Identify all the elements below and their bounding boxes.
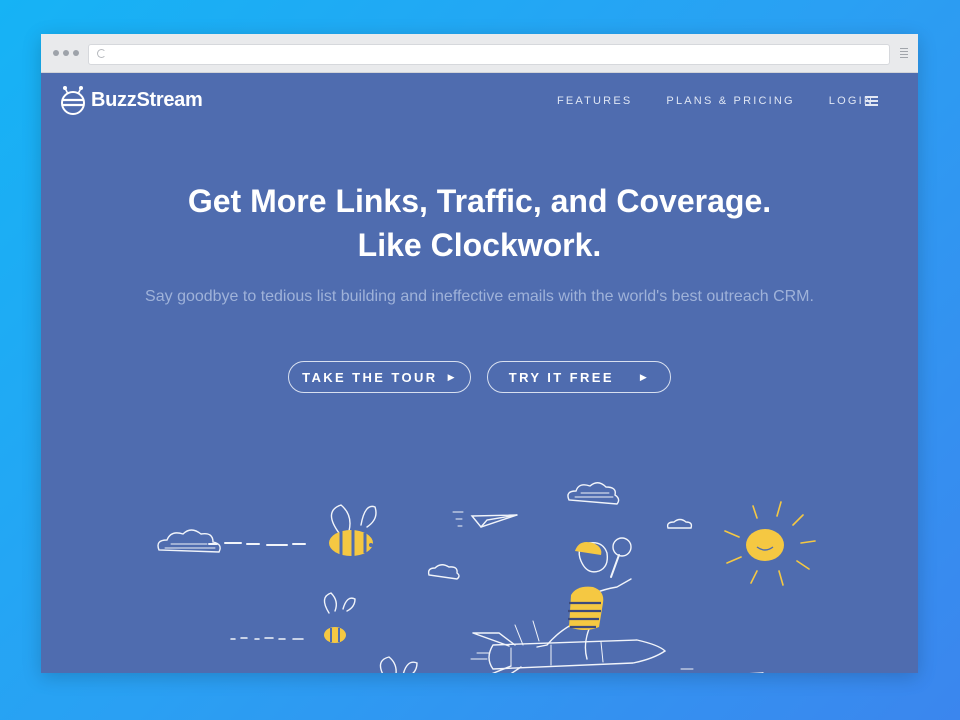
boy-hair xyxy=(575,542,602,555)
bee-icon xyxy=(329,530,373,556)
reload-icon[interactable] xyxy=(97,49,106,58)
cloud-icon xyxy=(567,482,620,505)
striped-shirt xyxy=(568,586,604,630)
rocket-icon xyxy=(470,620,667,673)
hero-illustration xyxy=(157,482,816,673)
browser-chrome xyxy=(41,34,918,73)
paper-plane-icon xyxy=(680,668,764,673)
cloud-icon xyxy=(666,518,693,529)
address-bar[interactable] xyxy=(88,44,890,65)
landing-page: BuzzStream FEATURES PLANS & PRICING LOGI… xyxy=(41,73,918,673)
sun-icon xyxy=(724,501,816,586)
cloud-icon xyxy=(427,564,460,580)
nav-features[interactable]: FEATURES xyxy=(557,95,632,107)
hero-title-line1: Get More Links, Traffic, and Coverage. xyxy=(187,183,772,219)
hero-title: Get More Links, Traffic, and Coverage. L… xyxy=(41,179,918,267)
window-controls[interactable] xyxy=(53,50,79,56)
window-dot[interactable] xyxy=(63,50,69,56)
boy-character xyxy=(536,537,632,660)
browser-window: BuzzStream FEATURES PLANS & PRICING LOGI… xyxy=(41,34,918,673)
play-arrow-icon: ▶ xyxy=(639,371,650,382)
main-nav: FEATURES PLANS & PRICING LOGIN xyxy=(557,95,874,107)
cloud-icon xyxy=(157,529,221,553)
brand-logo[interactable]: BuzzStream xyxy=(59,85,203,115)
browser-menu-icon[interactable] xyxy=(900,48,908,60)
take-the-tour-label: TAKE THE TOUR xyxy=(302,369,438,385)
try-it-free-label: TRY IT FREE xyxy=(508,369,614,385)
hero-subtitle: Say goodbye to tedious list building and… xyxy=(145,288,814,305)
try-it-free-button[interactable]: TRY IT FREE ▶ xyxy=(487,361,671,393)
brand-name: BuzzStream xyxy=(91,88,203,111)
window-dot[interactable] xyxy=(73,50,79,56)
paper-plane-icon xyxy=(452,511,518,528)
bee-icon xyxy=(324,627,346,643)
play-arrow-icon: ▶ xyxy=(447,371,457,382)
window-dot[interactable] xyxy=(53,50,59,56)
nav-plans-pricing[interactable]: PLANS & PRICING xyxy=(666,95,794,107)
take-the-tour-button[interactable]: TAKE THE TOUR ▶ xyxy=(288,361,471,393)
hero-title-line2: Like Clockwork. xyxy=(357,227,602,263)
bee-logo-icon xyxy=(61,86,85,115)
hamburger-menu-icon[interactable] xyxy=(865,96,878,108)
